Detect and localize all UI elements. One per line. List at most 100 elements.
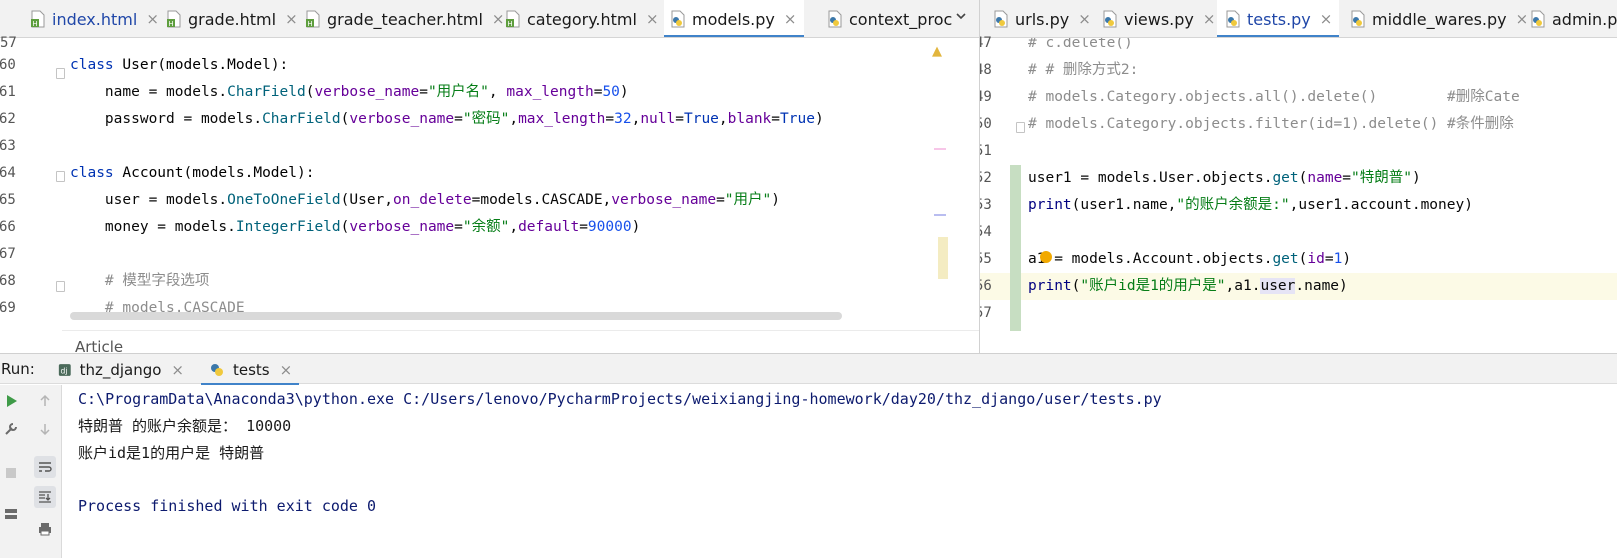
code-line[interactable]: # # 删除方式2: bbox=[980, 57, 1617, 84]
line-number: 56 bbox=[980, 278, 992, 294]
scroll-to-end-icon[interactable] bbox=[34, 486, 56, 508]
code-token: "密码" bbox=[462, 111, 510, 127]
wrench-icon[interactable] bbox=[0, 418, 22, 440]
code-line[interactable]: user = models.OneToOneField(User,on_dele… bbox=[62, 187, 979, 214]
close-icon[interactable]: × bbox=[1078, 10, 1091, 28]
tab-category-html[interactable]: H category.html × bbox=[505, 0, 659, 37]
tab-views-py[interactable]: views.py × bbox=[1102, 0, 1215, 37]
arrow-down-icon[interactable] bbox=[34, 418, 56, 440]
code-line[interactable] bbox=[980, 219, 1617, 246]
print-icon[interactable] bbox=[34, 518, 56, 540]
close-icon[interactable]: × bbox=[285, 10, 298, 28]
run-console[interactable]: C:\ProgramData\Anaconda3\python.exe C:/U… bbox=[63, 385, 1617, 558]
line-number: 52 bbox=[980, 170, 992, 186]
close-icon[interactable]: × bbox=[146, 10, 159, 28]
code-line[interactable] bbox=[62, 241, 979, 268]
code-token: max_length bbox=[518, 111, 606, 127]
console-exit-message: Process finished with exit code 0 bbox=[78, 497, 377, 515]
code-line[interactable]: money = models.IntegerField(verbose_name… bbox=[62, 214, 979, 241]
fold-marker[interactable] bbox=[56, 281, 65, 292]
code-token: blank bbox=[727, 111, 772, 127]
svg-text:dj: dj bbox=[61, 366, 68, 375]
tab-tests-py[interactable]: tests.py × bbox=[1217, 0, 1339, 37]
run-icon[interactable] bbox=[0, 390, 22, 412]
run-tab-thz-django[interactable]: dj thz_django × bbox=[58, 354, 184, 385]
tab-context-proc[interactable]: context_proc bbox=[815, 0, 952, 37]
layout-icon[interactable] bbox=[0, 503, 22, 525]
tab-admin-py[interactable]: admin.py bbox=[1530, 0, 1617, 37]
left-editor-pane: H index.html × H grade.html × H grade_te… bbox=[0, 0, 979, 362]
code-token: password = models. bbox=[70, 111, 263, 127]
close-icon[interactable]: × bbox=[171, 361, 184, 379]
close-icon[interactable]: × bbox=[492, 10, 505, 28]
code-token: = bbox=[716, 192, 725, 208]
code-line[interactable] bbox=[62, 133, 979, 160]
python-file-icon bbox=[1351, 10, 1365, 28]
tab-label: grade.html bbox=[188, 9, 277, 29]
fold-marker[interactable] bbox=[1016, 122, 1025, 133]
close-icon[interactable]: × bbox=[646, 10, 659, 28]
code-line[interactable] bbox=[980, 300, 1617, 327]
code-token: ( bbox=[157, 57, 167, 73]
code-line[interactable]: # models.Category.objects.all().delete()… bbox=[980, 84, 1617, 111]
close-icon[interactable]: × bbox=[280, 361, 293, 379]
code-line[interactable]: # 模型字段选项 bbox=[62, 268, 979, 295]
code-line[interactable]: name = models.CharField(verbose_name="用户… bbox=[62, 79, 979, 106]
soft-wrap-icon[interactable] bbox=[34, 456, 56, 478]
code-line[interactable]: print(user1.name,"的账户余额是:",user1.account… bbox=[980, 192, 1617, 219]
line-number: 49 bbox=[980, 89, 992, 105]
run-tab-label: thz_django bbox=[79, 360, 162, 379]
code-token: name = models. bbox=[70, 84, 228, 100]
tab-middle-wares-py[interactable]: middle_wares.py × bbox=[1350, 0, 1528, 37]
warning-icon[interactable]: ▲ bbox=[932, 44, 942, 59]
horizontal-scrollbar[interactable] bbox=[70, 312, 842, 320]
code-area[interactable]: # c.delete() # # 删除方式2: # models.Category.… bbox=[980, 38, 1617, 362]
code-token: CharField bbox=[227, 84, 306, 100]
code-token: 32 bbox=[614, 111, 632, 127]
tab-grade-html[interactable]: H grade.html × bbox=[166, 0, 298, 37]
code-line[interactable]: print("账户id是1的用户是",a1.user.name) bbox=[980, 273, 1617, 300]
code-line[interactable]: class Account(models.Model): bbox=[62, 160, 979, 187]
code-token: ): bbox=[270, 57, 289, 73]
vcs-change-marker bbox=[1010, 165, 1021, 331]
code-line[interactable]: a1 = models.Account.objects.get(id=1) bbox=[980, 246, 1617, 273]
tab-label: views.py bbox=[1124, 9, 1194, 29]
fold-marker[interactable] bbox=[56, 171, 65, 182]
code-token: user bbox=[1260, 278, 1296, 294]
close-icon[interactable]: × bbox=[1320, 10, 1333, 28]
code-token: = bbox=[771, 111, 781, 127]
code-token: "余额" bbox=[462, 219, 510, 235]
lightbulb-icon[interactable] bbox=[1040, 251, 1052, 263]
arrow-up-icon[interactable] bbox=[34, 390, 56, 412]
line-number: 48 bbox=[980, 62, 992, 78]
svg-text:H: H bbox=[32, 20, 37, 28]
code-token: ) bbox=[771, 192, 780, 208]
python-file-icon bbox=[1531, 10, 1545, 28]
code-token: (User, bbox=[340, 192, 394, 208]
code-line[interactable]: # models.Category.objects.filter(id=1).d… bbox=[980, 111, 1617, 138]
code-token: # # 删除方式2: bbox=[1028, 62, 1139, 78]
close-icon[interactable]: × bbox=[784, 10, 797, 28]
tab-index-html[interactable]: H index.html × bbox=[30, 0, 159, 37]
tab-models-py[interactable]: models.py × bbox=[664, 0, 804, 37]
scroll-marker bbox=[934, 148, 946, 150]
chevron-down-icon[interactable] bbox=[951, 9, 971, 29]
code-line[interactable]: # c.delete() bbox=[980, 38, 1617, 57]
close-icon[interactable]: × bbox=[1516, 10, 1529, 28]
code-line[interactable] bbox=[980, 138, 1617, 165]
code-token: on_delete bbox=[393, 192, 472, 208]
tab-urls-py[interactable]: urls.py × bbox=[993, 0, 1093, 37]
code-line[interactable]: password = models.CharField(verbose_name… bbox=[62, 106, 979, 133]
code-token: models.Model bbox=[166, 57, 271, 73]
code-line[interactable]: class User(models.Model): bbox=[62, 52, 979, 79]
fold-marker[interactable] bbox=[56, 68, 65, 79]
close-icon[interactable]: × bbox=[1203, 10, 1216, 28]
stop-icon[interactable] bbox=[0, 462, 22, 484]
run-tab-tests[interactable]: tests × bbox=[201, 354, 299, 386]
tab-grade-teacher-html[interactable]: H grade_teacher.html × bbox=[305, 0, 504, 37]
code-token: = bbox=[454, 219, 463, 235]
code-token: a1 = models.Account.objects. bbox=[1028, 251, 1273, 267]
line-number: 64 bbox=[0, 165, 16, 181]
code-line[interactable]: user1 = models.User.objects.get(name="特朗… bbox=[980, 165, 1617, 192]
code-token: # models.Category.objects.filter(id=1).d… bbox=[1028, 116, 1514, 132]
